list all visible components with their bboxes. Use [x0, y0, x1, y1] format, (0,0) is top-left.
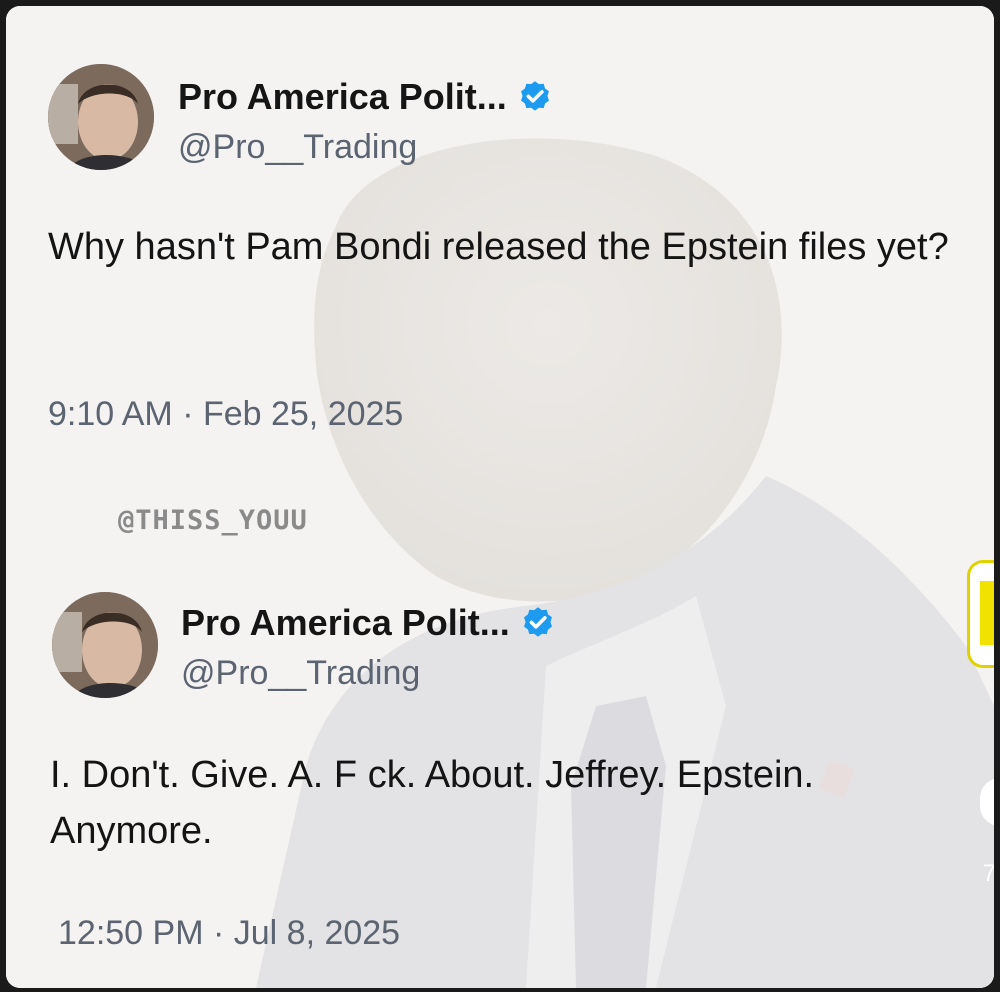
side-count: 7 — [982, 860, 994, 887]
watermark: @THISS_YOUU — [118, 505, 308, 536]
verified-badge-icon — [523, 607, 552, 637]
side-panel-tab[interactable] — [967, 560, 994, 668]
screenshot-card: Pro America Polit... @Pro__Trading Why h… — [6, 6, 994, 988]
display-name[interactable]: Pro America Polit... — [181, 602, 510, 644]
tweet-text: Why hasn't Pam Bondi released the Epstei… — [48, 226, 949, 268]
author-name-row: Pro America Polit... — [178, 76, 553, 118]
handle[interactable]: @Pro__Trading — [178, 128, 417, 167]
handle[interactable]: @Pro__Trading — [181, 654, 420, 693]
tweet-2[interactable]: Pro America Polit... @Pro__Trading I. Do… — [6, 566, 994, 986]
verified-badge-icon — [520, 81, 549, 111]
display-name[interactable]: Pro America Polit... — [178, 76, 507, 118]
tweet-text: I. Don't. Give. A. F ck. About. Jeffrey.… — [50, 754, 815, 852]
avatar[interactable] — [52, 592, 158, 698]
tweet-1[interactable]: Pro America Polit... @Pro__Trading Why h… — [6, 6, 994, 466]
side-panel-tab-image — [980, 581, 994, 645]
avatar[interactable] — [48, 64, 154, 170]
timestamp[interactable]: 12:50 PM · Jul 8, 2025 — [58, 914, 400, 953]
author-name-row: Pro America Polit... — [181, 602, 556, 644]
timestamp[interactable]: 9:10 AM · Feb 25, 2025 — [48, 395, 403, 434]
